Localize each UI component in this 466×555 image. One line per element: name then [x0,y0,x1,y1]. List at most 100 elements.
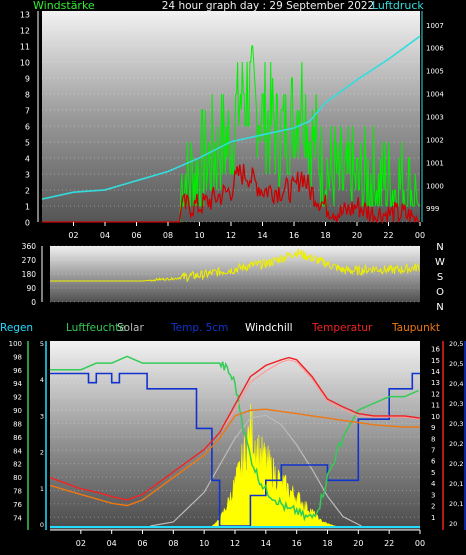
wind-tick-label: 7 [25,107,30,116]
panel1-x-tick-label: 02 [68,231,78,240]
wind-tick-label: 5 [25,139,30,148]
humidity-tick-label: 92 [13,394,22,402]
temperature-axis-ticks: 12345678910111213141516 [431,341,444,530]
direction-tick-label: 90 [26,284,36,293]
pressure-tick-label: 1005 [426,68,444,76]
rain-tick-label: 0 [40,521,44,529]
temperature-tick-label: 9 [431,424,435,432]
bottom-legend: Regen LuftfeuchteSolar Temp. 5cm Windchill T… [0,322,440,334]
pressure-tick-label: 1002 [426,136,444,144]
weather-graph: Windstärke 24 hour graph day : 29 Septem… [0,0,466,548]
legend-item: Temperatur [311,322,373,334]
temperature-tick-label: 15 [431,357,440,365]
panel3-x-axis: 02 04 06 08 10 12 14 16 18 20 22 00 [50,529,425,548]
humidity-tick-label: 80 [13,474,22,482]
temperature-tick-label: 7 [431,447,435,455]
panel3-x-tick-label: 06 [137,539,147,548]
compass-label: N [436,302,443,313]
wind-tick-label: 10 [20,59,30,68]
temperature-tick-label: 13 [431,379,440,387]
pressure-tick-label: 1001 [426,159,444,167]
pressure-tick-label: 999 [426,205,439,213]
temp5cm-tick-label: 20,5 [449,340,463,348]
pressure-axis-title: Luftdruck [372,0,424,12]
temperature-tick-label: 11 [431,402,440,410]
wind-direction-panel: 090180270360 NWSON [22,242,445,313]
wind-tick-label: 12 [20,27,30,36]
direction-tick-label: 360 [22,242,37,251]
humidity-tick-label: 78 [13,487,22,495]
humidity-tick-label: 82 [13,461,22,469]
pressure-tick-label: 1003 [426,114,444,122]
panel3-x-tick-label: 02 [76,539,86,548]
panel3-x-tick-label: 22 [384,539,394,548]
wind-tick-label: 6 [25,123,30,132]
panel1-x-axis: 02 04 06 08 10 12 14 16 18 20 22 00 [68,222,425,240]
humidity-tick-label: 94 [13,380,22,388]
pressure-tick-label: 1006 [426,45,444,53]
temperature-tick-label: 3 [431,491,435,499]
temperature-tick-label: 1 [431,514,435,522]
temperature-tick-label: 5 [431,469,435,477]
pressure-tick-label: 1004 [426,91,444,99]
temp5cm-tick-label: 20,4 [449,380,463,388]
wind-tick-label: 1 [25,203,30,212]
panel3-x-tick-label: 04 [107,539,117,548]
temperature-tick-label: 12 [431,390,440,398]
rain-tick-label: 4 [40,376,44,384]
direction-axis-ticks: 0 90 180 270 360 [22,242,43,307]
panel3-x-tick-label: 12 [230,539,240,548]
temp5cm-tick-label: 20 [449,520,457,528]
panel1-x-tick-label: 08 [163,231,173,240]
wind-tick-label: 2 [25,187,30,196]
panel1-x-tick-label: 04 [100,231,110,240]
humidity-temperature-panel: 74767880828486889092949698100 012345 123… [9,340,466,548]
humidity-axis-ticks: 74 76 78 80 82 84 86 88 90 92 94 96 98 100 [9,340,29,530]
wind-tick-label: 11 [20,43,30,52]
panel1-x-tick-label: 14 [257,231,267,240]
panel3-x-tick-label: 08 [168,539,178,548]
legend-item: Solar [117,322,144,334]
panel1-x-tick-label: 12 [226,231,236,240]
panel1-x-tick-label: 10 [194,231,204,240]
wind-tick-label: 8 [25,91,30,100]
chart-title: 24 hour graph day : 29 September 2022 [162,0,374,12]
wind-tick-label: 3 [25,171,30,180]
panel3-x-tick-label: 16 [292,539,302,548]
humidity-tick-label: 74 [13,514,22,522]
temp5cm-tick-label: 20,1 [449,500,463,508]
wind-tick-label: 13 [20,11,30,20]
legend-item: Regen [0,322,33,334]
panel1-x-tick-label: 20 [352,231,362,240]
wind-tick-label: 9 [25,75,30,84]
humidity-tick-label: 76 [13,501,22,509]
rain-axis-ticks: 0 1 2 3 4 5 [40,340,47,530]
pressure-tick-label: 1007 [426,22,444,30]
pressure-tick-label: 1000 [426,182,444,190]
legend-item: Taupunkt [391,322,440,334]
humidity-tick-label: 90 [13,407,22,415]
temp5cm-axis-ticks: 20 20,1 20,1 20,2 20,2 20,3 20,3 20,4 20,5 20,5 [449,340,466,530]
temperature-tick-label: 10 [431,413,440,421]
compass-labels: NWSON [435,242,445,313]
wind-pressure-panel: 012345678910111213 999100010011002100310… [20,11,445,241]
humidity-tick-label: 98 [13,353,22,361]
panel3-x-tick-label: 10 [199,539,209,548]
panel1-x-tick-label: 00 [415,231,425,240]
panel1-x-tick-label: 18 [320,231,330,240]
panel3-x-tick-label: 00 [415,539,425,548]
humidity-tick-label: 96 [13,367,22,375]
panel1-x-tick-label: 22 [383,231,393,240]
humidity-tick-label: 100 [9,340,22,348]
temperature-tick-label: 8 [431,435,435,443]
legend-item: Temp. 5cm [170,322,228,334]
temp5cm-tick-label: 20,3 [449,400,463,408]
direction-tick-label: 180 [22,270,37,279]
compass-label: N [436,242,443,253]
temp5cm-tick-label: 20,2 [449,460,463,468]
temperature-tick-label: 6 [431,458,436,466]
panel3-x-tick-label: 14 [261,539,271,548]
humidity-tick-label: 88 [13,420,22,428]
temp5cm-tick-label: 20,2 [449,440,463,448]
temp5cm-tick-label: 20,3 [449,420,463,428]
